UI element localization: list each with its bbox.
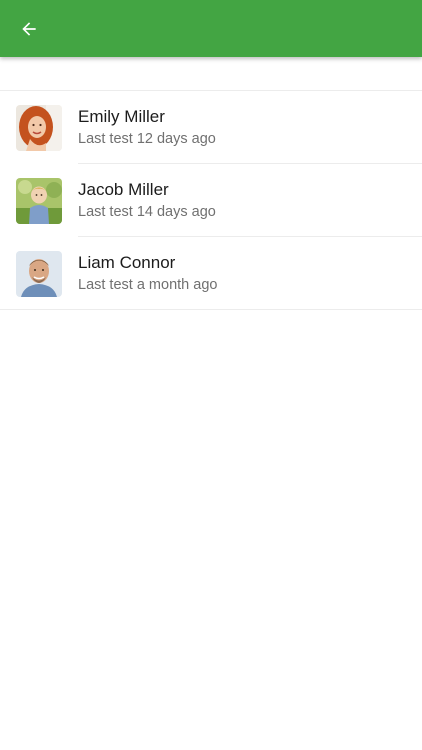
divider	[0, 309, 422, 310]
list-item-text: Liam Connor Last test a month ago	[78, 253, 422, 294]
back-button[interactable]	[10, 10, 48, 48]
avatar	[16, 178, 62, 224]
people-list: Emily Miller Last test 12 days ago Jacob…	[0, 90, 422, 310]
last-test-text: Last test a month ago	[78, 277, 218, 293]
list-item[interactable]: Liam Connor Last test a month ago	[0, 237, 422, 310]
avatar	[16, 251, 62, 297]
list-item[interactable]: Jacob Miller Last test 14 days ago	[0, 164, 422, 237]
avatar	[16, 105, 62, 151]
last-test-text: Last test 12 days ago	[78, 131, 216, 147]
list-item-text: Emily Miller Last test 12 days ago	[78, 107, 422, 148]
person-name: Liam Connor	[78, 253, 176, 272]
list-item[interactable]: Emily Miller Last test 12 days ago	[0, 91, 422, 164]
person-name: Jacob Miller	[78, 180, 169, 199]
app-bar	[0, 0, 422, 57]
app-screen: Emily Miller Last test 12 days ago Jacob…	[0, 0, 422, 750]
last-test-text: Last test 14 days ago	[78, 204, 216, 220]
person-name: Emily Miller	[78, 107, 165, 126]
list-item-text: Jacob Miller Last test 14 days ago	[78, 180, 422, 221]
arrow-left-icon	[22, 22, 36, 36]
